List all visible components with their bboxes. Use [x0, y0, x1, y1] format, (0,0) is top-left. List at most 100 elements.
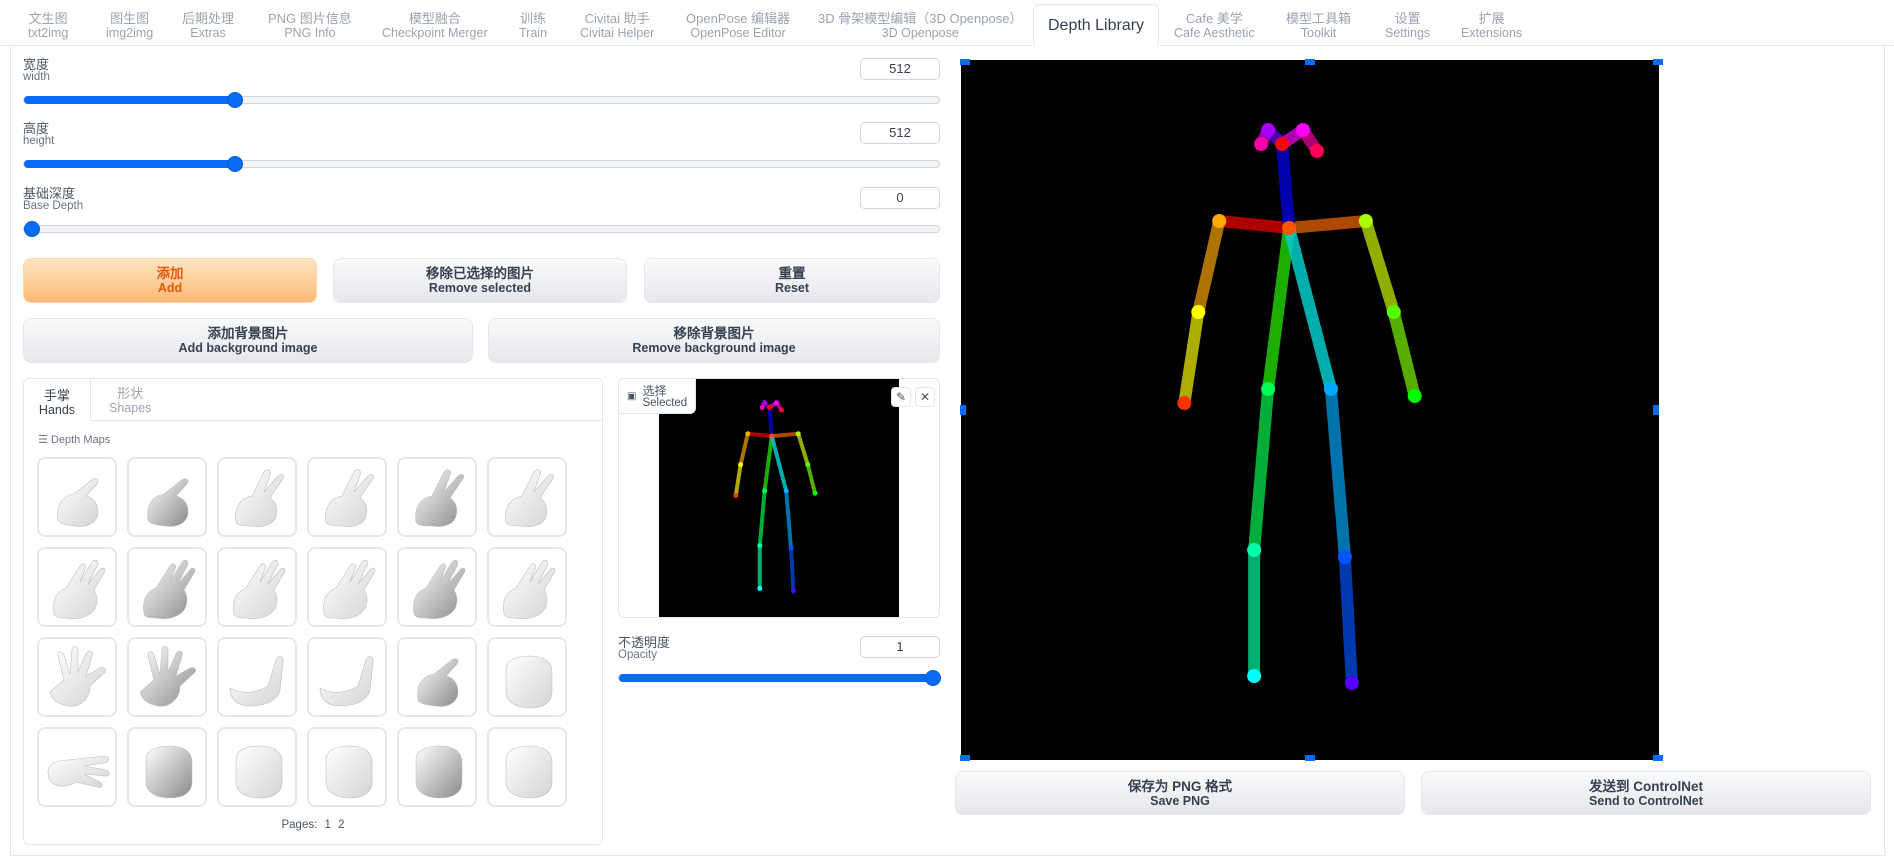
remove-background-button[interactable]: 移除背景图片 Remove background image [488, 318, 940, 363]
skeleton-joint[interactable] [805, 462, 811, 468]
depth-map-item[interactable] [397, 547, 477, 627]
add-background-button[interactable]: 添加背景图片 Add background image [23, 318, 473, 363]
skeleton-joint[interactable] [1344, 676, 1359, 690]
tab-extras[interactable]: 后期处理 Extras [182, 12, 234, 41]
page-link-2[interactable]: 2 [338, 819, 344, 831]
skeleton-joint[interactable] [1309, 144, 1324, 158]
depth-map-item[interactable] [37, 547, 117, 627]
depth-map-item[interactable] [217, 457, 297, 537]
tab-txt2img[interactable]: 文生图 txt2img [28, 12, 68, 41]
base-depth-number-input[interactable]: 0 [860, 187, 940, 209]
resize-handle[interactable] [1653, 405, 1659, 415]
tab-settings[interactable]: 设置 Settings [1385, 12, 1430, 41]
resize-handle[interactable] [960, 405, 966, 415]
skeleton-joint[interactable] [1407, 389, 1422, 403]
depth-map-item[interactable] [127, 457, 207, 537]
depth-map-item[interactable] [487, 547, 567, 627]
save-png-button[interactable]: 保存为 PNG 格式 Save PNG [955, 771, 1405, 815]
skeleton-joint[interactable] [812, 490, 818, 496]
base-depth-slider-thumb[interactable] [24, 221, 40, 237]
skeleton-joint[interactable] [1337, 550, 1352, 564]
width-number-input[interactable]: 512 [860, 58, 940, 80]
depth-map-item[interactable] [487, 727, 567, 807]
depth-map-item[interactable] [487, 637, 567, 717]
tab-cafe-aesthetic[interactable]: Cafe 美学 Cafe Aesthetic [1174, 12, 1255, 41]
depth-map-item[interactable] [397, 457, 477, 537]
skeleton-joint[interactable] [778, 407, 784, 413]
opacity-slider[interactable] [618, 670, 941, 686]
add-button[interactable]: 添加 Add [23, 258, 317, 303]
tab-toolkit[interactable]: 模型工具箱 Toolkit [1286, 12, 1351, 41]
depth-map-item[interactable] [217, 637, 297, 717]
depth-map-item[interactable] [127, 637, 207, 717]
tab-openpose-editor[interactable]: OpenPose 编辑器 OpenPose Editor [686, 12, 790, 41]
width-slider-thumb[interactable] [226, 92, 243, 108]
pencil-icon[interactable]: ✎ [891, 387, 911, 407]
depth-map-item[interactable] [307, 637, 387, 717]
skeleton-joint[interactable] [1191, 305, 1206, 319]
skeleton-joint[interactable] [762, 488, 768, 494]
skeleton-joint[interactable] [733, 493, 739, 499]
depth-map-item[interactable] [307, 727, 387, 807]
skeleton-joint[interactable] [1296, 123, 1311, 137]
skeleton-joint[interactable] [757, 585, 763, 591]
tab-img2img[interactable]: 图生图 img2img [106, 12, 153, 41]
skeleton-joint[interactable] [1323, 382, 1338, 396]
skeleton-joint[interactable] [1261, 123, 1276, 137]
depth-map-item[interactable] [307, 457, 387, 537]
reset-button[interactable]: 重置 Reset [644, 258, 940, 303]
depth-map-item[interactable] [217, 547, 297, 627]
tab-civitai-helper[interactable]: Civitai 助手 Civitai Helper [580, 12, 654, 41]
skeleton-joint[interactable] [783, 488, 789, 494]
skeleton-joint[interactable] [1386, 305, 1401, 319]
resize-handle[interactable] [1653, 59, 1663, 65]
remove-selected-button[interactable]: 移除已选择的图片 Remove selected [333, 258, 627, 303]
tab-depth-library[interactable]: Depth Library [1033, 4, 1160, 46]
tab-train[interactable]: 训练 Train [519, 12, 547, 41]
close-icon[interactable]: ✕ [915, 387, 935, 407]
skeleton-joint[interactable] [795, 431, 801, 437]
width-slider[interactable] [23, 92, 940, 108]
depth-map-item[interactable] [487, 457, 567, 537]
skeleton-joint[interactable] [1261, 382, 1276, 396]
depth-map-item[interactable] [397, 637, 477, 717]
opacity-slider-thumb[interactable] [925, 670, 941, 686]
depth-map-item[interactable] [127, 547, 207, 627]
resize-handle[interactable] [1305, 755, 1315, 761]
depth-map-item[interactable] [37, 457, 117, 537]
page-link-1[interactable]: 1 [325, 819, 331, 831]
skeleton-joint[interactable] [762, 400, 768, 406]
opacity-number-input[interactable]: 1 [860, 636, 940, 658]
skeleton-joint[interactable] [759, 405, 765, 411]
skeleton-joint[interactable] [738, 462, 744, 468]
skeleton-joint[interactable] [757, 543, 763, 549]
skeleton-joint[interactable] [769, 433, 775, 439]
base-depth-slider[interactable] [23, 221, 940, 237]
tab-extensions[interactable]: 扩展 Extensions [1461, 12, 1522, 41]
skeleton-joint[interactable] [1358, 214, 1373, 228]
skeleton-joint[interactable] [1247, 543, 1262, 557]
depth-map-item[interactable] [217, 727, 297, 807]
skeleton-joint[interactable] [1282, 221, 1297, 235]
selected-skeleton-canvas[interactable] [659, 379, 899, 617]
skeleton-joint[interactable] [1275, 137, 1290, 151]
resize-handle[interactable] [1305, 59, 1315, 65]
skeleton-joint[interactable] [766, 405, 772, 411]
depth-map-item[interactable] [127, 727, 207, 807]
skeleton-joint[interactable] [1247, 669, 1262, 683]
resize-handle[interactable] [960, 59, 970, 65]
tab-shapes[interactable]: 形状 Shapes [109, 387, 151, 416]
tab-checkpoint-merger[interactable]: 模型融合 Checkpoint Merger [382, 12, 488, 41]
depth-map-item[interactable] [397, 727, 477, 807]
skeleton-joint[interactable] [1212, 214, 1227, 228]
height-number-input[interactable]: 512 [860, 122, 940, 144]
depth-map-item[interactable] [37, 637, 117, 717]
skeleton-joint[interactable] [788, 545, 794, 551]
resize-handle[interactable] [960, 755, 970, 761]
main-skeleton-canvas[interactable] [961, 60, 1659, 760]
skeleton-joint[interactable] [1254, 137, 1269, 151]
height-slider[interactable] [23, 156, 940, 172]
depth-map-item[interactable] [307, 547, 387, 627]
depth-map-item[interactable] [37, 727, 117, 807]
skeleton-joint[interactable] [1177, 396, 1192, 410]
